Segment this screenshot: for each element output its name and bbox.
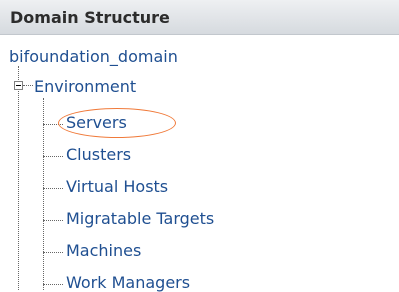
header-title: Domain Structure	[10, 8, 170, 27]
domain-tree: bifoundation_domain Environment Servers …	[0, 34, 399, 292]
tree-line-root	[18, 66, 19, 290]
servers-highlight-circle	[58, 108, 176, 138]
tree-item-migratable-targets[interactable]: Migratable Targets	[66, 209, 214, 228]
tree-item-machines[interactable]: Machines	[66, 241, 141, 260]
tree-line-env-children	[43, 98, 44, 290]
tree-line-work-managers	[43, 284, 63, 285]
tree-line-virtual-hosts	[43, 188, 63, 189]
tree-line-machines	[43, 252, 63, 253]
tree-root-domain[interactable]: bifoundation_domain	[9, 47, 178, 66]
tree-item-work-managers[interactable]: Work Managers	[66, 273, 190, 292]
tree-item-clusters[interactable]: Clusters	[66, 145, 131, 164]
tree-item-virtual-hosts[interactable]: Virtual Hosts	[66, 177, 168, 196]
domain-structure-header: Domain Structure	[0, 0, 399, 35]
tree-line-migratable-targets	[43, 220, 63, 221]
tree-line-env	[23, 85, 33, 86]
collapse-toggle-icon[interactable]	[14, 81, 23, 90]
tree-item-environment[interactable]: Environment	[34, 77, 136, 96]
tree-line-clusters	[43, 156, 63, 157]
